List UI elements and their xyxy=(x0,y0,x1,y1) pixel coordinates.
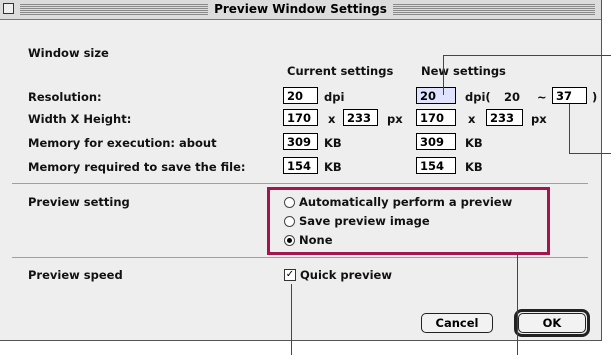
memory-save-label: Memory required to save the file: xyxy=(28,160,246,174)
callout-line-range-right xyxy=(569,153,611,154)
window-size-heading: Window size xyxy=(28,46,109,60)
current-settings-header: Current settings xyxy=(287,64,394,78)
current-memory-exec-value: 309 xyxy=(283,133,318,150)
new-memory-exec-unit: KB xyxy=(465,136,483,150)
resolution-range-max: 37 xyxy=(552,87,587,104)
new-settings-header: New settings xyxy=(421,64,506,78)
current-memory-save-value: 154 xyxy=(283,157,318,174)
callout-line-resolution-top xyxy=(443,55,611,56)
current-size-x: x xyxy=(328,112,336,126)
callout-box-preview-options xyxy=(267,187,550,255)
callout-line-quick-preview xyxy=(291,284,292,355)
callout-line-resolution-down xyxy=(443,55,444,95)
new-size-x: x xyxy=(468,112,476,126)
memory-exec-label: Memory for execution: about xyxy=(28,136,217,150)
quick-preview-label[interactable]: Quick preview xyxy=(300,268,392,282)
new-size-unit: px xyxy=(531,112,547,126)
title-bar[interactable]: Preview Window Settings xyxy=(0,0,601,20)
current-memory-save-unit: KB xyxy=(324,160,342,174)
callout-line-range-down xyxy=(569,104,570,154)
new-resolution-input[interactable]: 20 xyxy=(416,87,456,104)
resolution-range-separator: ~ xyxy=(537,90,547,104)
width-height-label: Width X Height: xyxy=(28,112,132,126)
new-resolution-unit: dpi( xyxy=(465,90,491,104)
resolution-range-min: 20 xyxy=(504,90,521,104)
ok-button[interactable]: OK xyxy=(518,313,586,333)
new-width-value: 170 xyxy=(416,109,456,126)
preview-speed-label: Preview speed xyxy=(28,268,123,282)
quick-preview-checkbox[interactable]: ✓ xyxy=(284,269,296,281)
cancel-button[interactable]: Cancel xyxy=(421,313,493,333)
current-width-value: 170 xyxy=(283,109,318,126)
resolution-label: Resolution: xyxy=(28,90,102,104)
section-divider-2 xyxy=(12,257,588,258)
new-height-value: 233 xyxy=(486,109,523,126)
window-title: Preview Window Settings xyxy=(208,2,393,16)
new-memory-save-unit: KB xyxy=(465,160,483,174)
resolution-range-close: ) xyxy=(592,90,598,104)
new-memory-exec-value: 309 xyxy=(416,133,456,150)
preview-setting-label: Preview setting xyxy=(28,195,130,209)
current-memory-exec-unit: KB xyxy=(324,136,342,150)
current-resolution-value: 20 xyxy=(283,87,318,104)
preview-settings-dialog: Preview Window Settings Window size Curr… xyxy=(0,0,602,341)
new-memory-save-value: 154 xyxy=(416,157,456,174)
current-size-unit: px xyxy=(387,112,403,126)
current-height-value: 233 xyxy=(343,109,378,126)
section-divider xyxy=(12,183,588,184)
current-resolution-unit: dpi xyxy=(324,90,345,104)
callout-line-preview-options xyxy=(517,255,518,355)
window-title-wrap: Preview Window Settings xyxy=(0,2,601,16)
